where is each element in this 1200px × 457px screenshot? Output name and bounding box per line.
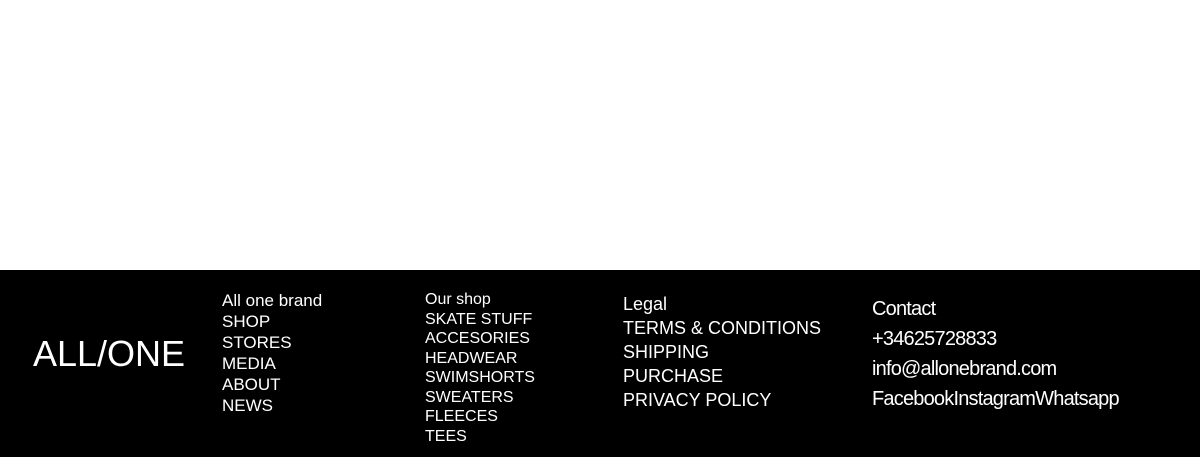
shop-column-heading: Our shop [425,291,491,308]
footer-contact-column: Contact +34625728833 info@allonebrand.co… [872,294,1120,414]
footer-link-about[interactable]: ABOUT [222,374,322,395]
footer-link-skate-stuff[interactable]: SKATE STUFF [425,310,535,330]
contact-email-link[interactable]: info@allonebrand.com [872,354,1119,384]
footer-link-stores[interactable]: STORES [222,332,322,353]
legal-column-heading: Legal [623,294,668,314]
footer-shop-column: Our shop SKATE STUFF ACCESORIES HEADWEAR… [425,290,535,446]
footer-link-media[interactable]: MEDIA [222,353,322,374]
footer-link-sweaters[interactable]: SWEATERS [425,388,535,408]
contact-column-heading: Contact [872,298,936,320]
instagram-link[interactable]: Instagram [953,388,1036,410]
footer-link-shop[interactable]: SHOP [222,311,322,332]
footer-link-news[interactable]: NEWS [222,395,322,416]
footer-brand-column: All one brand SHOP STORES MEDIA ABOUT NE… [222,290,322,416]
facebook-link[interactable]: Facebook [872,388,954,410]
brand-column-heading: All one brand [222,291,323,310]
social-links: FacebookInstagramWhatsapp [872,384,1120,414]
footer-link-shipping[interactable]: SHIPPING [623,340,821,364]
footer-link-privacy-policy[interactable]: PRIVACY POLICY [623,388,821,412]
whatsapp-link[interactable]: Whatsapp [1035,388,1119,410]
footer-link-headwear[interactable]: HEADWEAR [425,349,535,369]
footer-link-fleeces[interactable]: FLEECES [425,407,535,427]
footer-link-purchase[interactable]: PURCHASE [623,364,821,388]
content-area [0,0,1200,270]
page: ALL/ONE All one brand SHOP STORES MEDIA … [0,0,1200,457]
footer-link-accesories[interactable]: ACCESORIES [425,329,535,349]
footer-link-tees[interactable]: TEES [425,427,535,447]
footer-legal-column: Legal TERMS & CONDITIONS SHIPPING PURCHA… [623,292,821,412]
footer-link-terms[interactable]: TERMS & CONDITIONS [623,316,821,340]
footer-link-swimshorts[interactable]: SWIMSHORTS [425,368,535,388]
brand-logo[interactable]: ALL/ONE [33,334,185,374]
contact-phone-link[interactable]: +34625728833 [872,324,1119,354]
site-footer: ALL/ONE All one brand SHOP STORES MEDIA … [0,270,1200,457]
